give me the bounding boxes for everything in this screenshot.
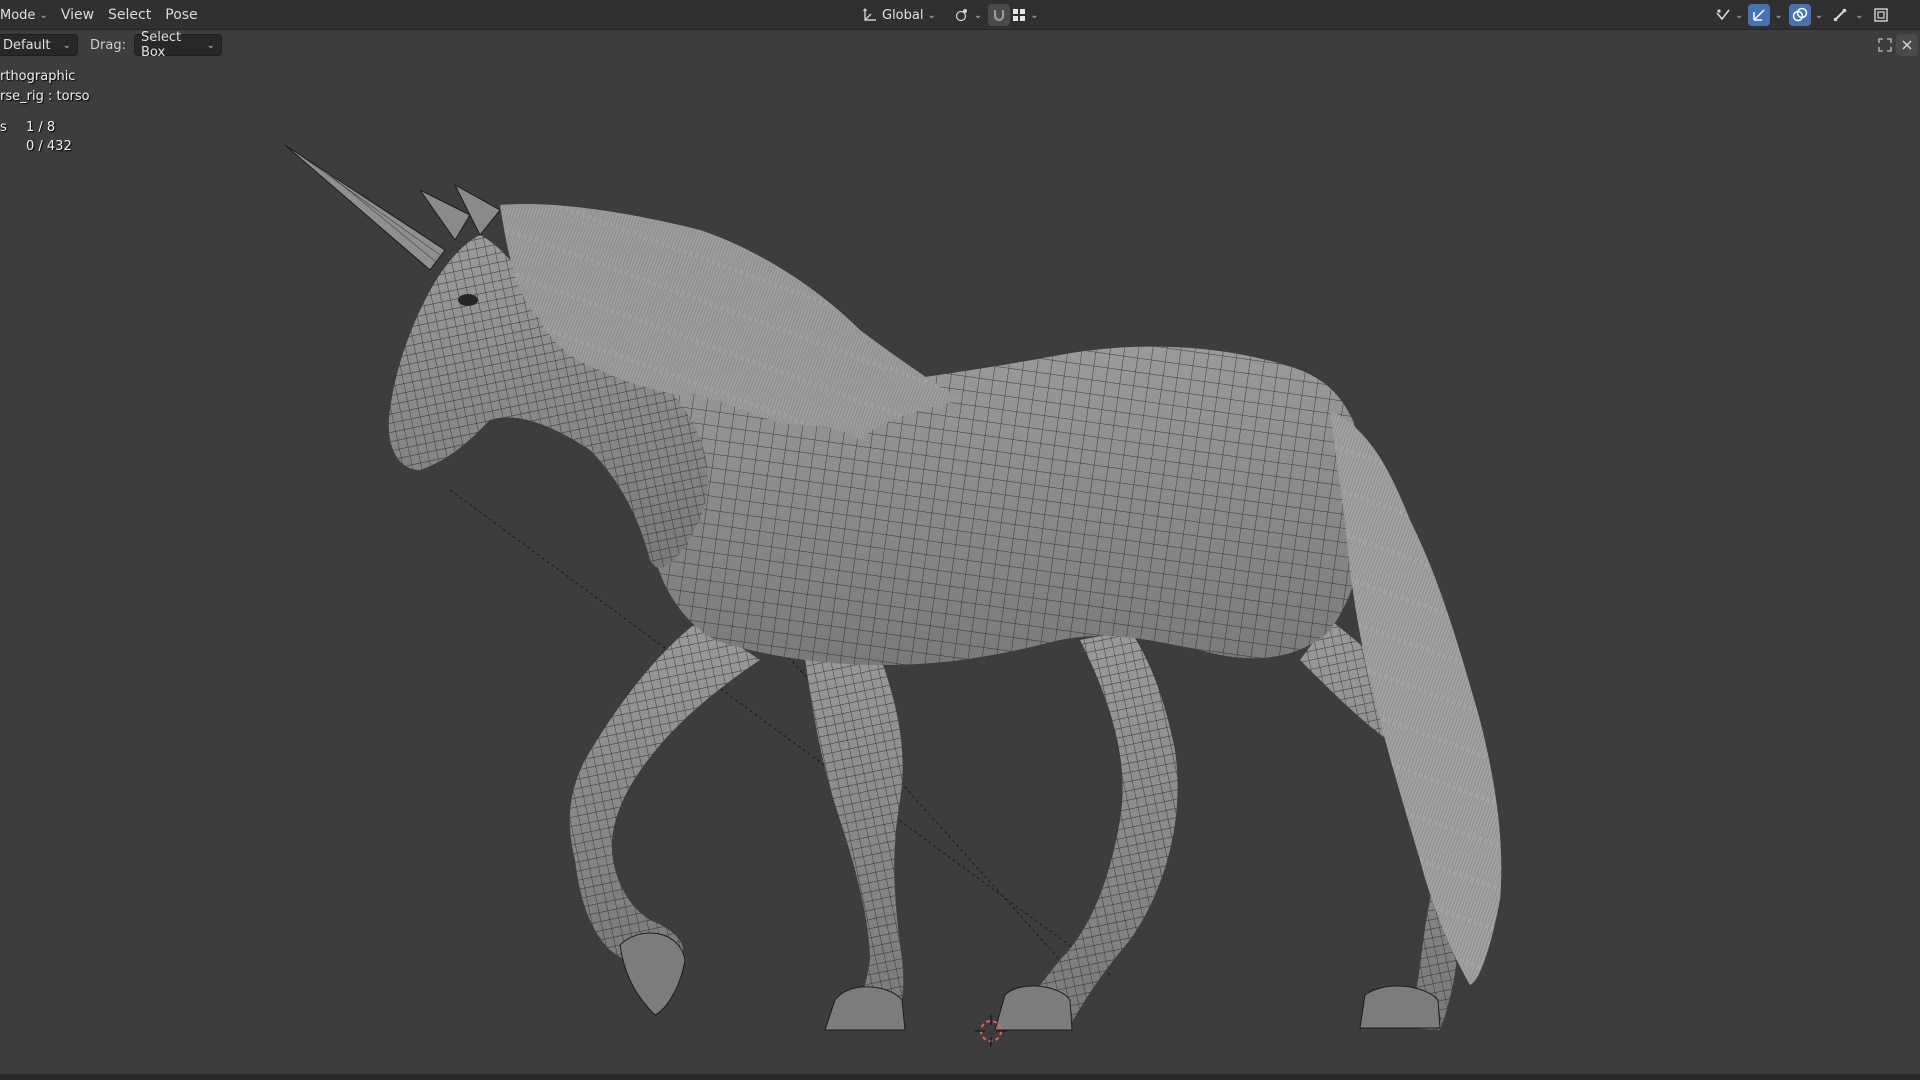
mode-label: Mode [0,7,36,23]
tool-settings-bar: Default ⌄ Drag: Select Box ⌄ [0,30,1920,60]
bone-overlay-toggle[interactable] [1829,4,1851,26]
mode-dropdown[interactable]: Mode ⌄ [0,4,54,26]
pivot-icon [955,9,967,22]
chevron-down-icon: ⌄ [62,39,71,51]
active-bone-label: rse_rig : torso [0,89,90,104]
chevron-down-icon: ⌄ [1030,9,1039,21]
bone-icon [1833,8,1847,22]
chevron-down-icon: ⌄ [206,39,215,51]
transform-orientation-value: Global [882,7,924,23]
region-toggle[interactable] [1874,34,1896,56]
3d-viewport[interactable]: rthographic rse_rig : torso s 1 / 8 0 / … [0,60,1920,1074]
close-icon [1902,40,1912,50]
axes-icon [863,8,876,21]
close-region-button[interactable] [1896,34,1918,56]
chevron-down-icon: ⌄ [973,9,983,21]
stats-value-second: 0 / 432 [26,139,72,154]
unicorn-model [284,144,1502,1047]
horn [284,144,446,271]
keymap-dropdown[interactable]: Default ⌄ [0,34,78,56]
drag-dropdown[interactable]: Select Box ⌄ [134,30,222,60]
viewport-header: Mode ⌄ View Select Pose Global ⌄ ⌄ ⌄ ⌄ ⌄… [0,0,1920,30]
gizmo-toggle[interactable] [1748,4,1771,26]
xray-icon [1873,8,1888,22]
chevron-down-icon: ⌄ [39,9,48,21]
drag-label: Drag: [90,37,126,53]
view-object-types-dropdown[interactable]: ⌄ [1712,4,1746,26]
chevron-down-icon[interactable]: ⌄ [1774,10,1782,21]
chevron-down-icon: ⌄ [1735,9,1744,21]
transform-orientation-dropdown[interactable]: Global ⌄ [856,4,942,26]
overlays-toggle[interactable] [1788,4,1811,26]
hooves [619,932,1441,1031]
snap-target-dropdown[interactable]: ⌄ [1010,4,1040,26]
visibility-icon [1716,9,1730,21]
maximize-icon [1878,38,1892,52]
eye [458,294,478,306]
chevron-down-icon[interactable]: ⌄ [1855,10,1863,21]
chevron-down-icon[interactable]: ⌄ [1815,10,1823,21]
overlays-icon [1792,7,1808,22]
menu-select[interactable]: Select [101,3,158,27]
view-name-label: rthographic [0,69,76,84]
chevron-down-icon: ⌄ [927,9,936,21]
pivot-point-dropdown[interactable]: ⌄ [948,4,988,26]
stats-value-bones: 1 / 8 [26,120,56,135]
drag-value: Select Box [141,30,182,60]
stats-label-bones: s [0,120,7,135]
status-strip [0,1074,1920,1080]
keymap-value: Default [3,37,51,53]
snap-toggle[interactable] [988,4,1011,26]
xray-toggle[interactable] [1870,4,1892,26]
blender-window: Mode ⌄ View Select Pose Global ⌄ ⌄ ⌄ ⌄ ⌄… [0,0,1920,1080]
menu-pose[interactable]: Pose [158,3,204,27]
magnet-icon [994,10,1005,22]
snap-grid-icon [1013,9,1026,21]
gizmo-icon [1753,9,1765,21]
legs [569,620,1463,1030]
menu-view[interactable]: View [54,3,101,27]
